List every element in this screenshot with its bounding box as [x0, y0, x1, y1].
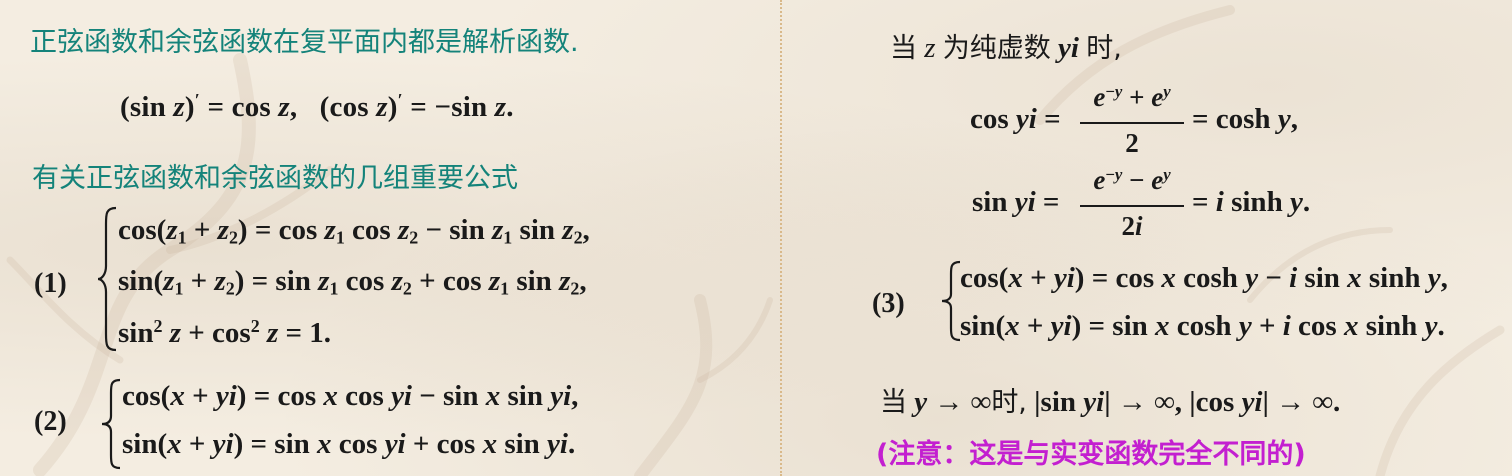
sin-yi-lhs: sin yi =: [972, 186, 1060, 218]
limit-statement: 当 y → ∞时, |sin yi| → ∞, |cos yi| → ∞.: [880, 386, 1341, 418]
cos-yi-rhs: = cosh y,: [1192, 103, 1298, 135]
sin-yi-numerator: e−y − ey: [1093, 165, 1171, 196]
pure-imaginary-intro: 当 z 为纯虚数 yi 时,: [890, 32, 1122, 64]
sin-yi-rhs: = i sinh y.: [1192, 186, 1311, 218]
formula-sin-hyperbolic: sin(x + yi) = sin x cosh y + i cos x sin…: [960, 310, 1445, 342]
formula-group-1-label: (1): [34, 268, 67, 299]
cos-yi-fraction-bar: [1080, 122, 1184, 124]
sin-yi-denominator: 2i: [1121, 211, 1143, 241]
heading-important-formulas: 有关正弦函数和余弦函数的几组重要公式: [32, 163, 518, 194]
heading-analytic-functions: 正弦函数和余弦函数在复平面内都是解析函数.: [30, 27, 579, 58]
cos-yi-numerator: e−y + ey: [1093, 82, 1171, 113]
formula-group-1-brace: [97, 206, 117, 352]
formula-group-3-brace: [941, 260, 961, 342]
derivative-formulas: (sin z)′ = cos z, (cos z)′ = −sin z.: [120, 90, 514, 123]
cos-yi-denominator: 2: [1125, 128, 1139, 158]
formula-cos-complex: cos(x + yi) = cos x cos yi − sin x sin y…: [122, 380, 579, 412]
formula-pythagorean: sin2 z + cos2 z = 1.: [118, 316, 332, 349]
slide: 正弦函数和余弦函数在复平面内都是解析函数. (sin z)′ = cos z, …: [0, 0, 1512, 476]
formula-group-3-label: (3): [872, 288, 905, 319]
formula-cos-hyperbolic: cos(x + yi) = cos x cosh y − i sin x sin…: [960, 262, 1448, 294]
formula-sin-sum: sin(z1 + z2) = sin z1 cos z2 + cos z1 si…: [118, 265, 587, 299]
formula-sin-complex: sin(x + yi) = sin x cos yi + cos x sin y…: [122, 428, 576, 460]
formula-cos-sum: cos(z1 + z2) = cos z1 cos z2 − sin z1 si…: [118, 214, 590, 248]
cos-yi-lhs: cos yi =: [970, 103, 1061, 135]
formula-group-2-brace: [101, 378, 121, 470]
column-divider: [780, 0, 782, 476]
formula-group-2-label: (2): [34, 406, 67, 437]
note-different-from-real: (注意：这是与实变函数完全不同的): [876, 439, 1306, 470]
sin-yi-fraction-bar: [1080, 205, 1184, 207]
